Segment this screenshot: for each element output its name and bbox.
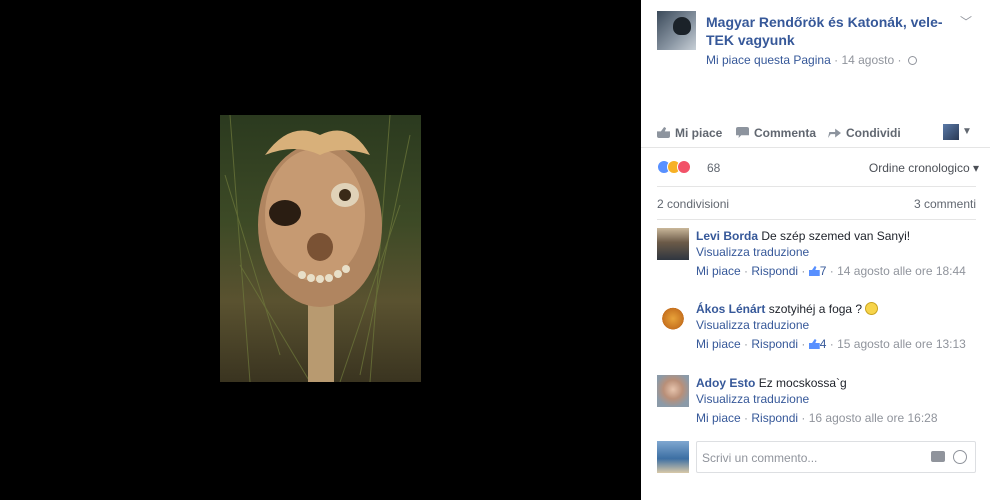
divider (657, 219, 976, 220)
comment-icon (736, 127, 749, 138)
comment-text: Ez mocskossa`g (758, 376, 847, 390)
camera-icon[interactable] (931, 451, 945, 462)
avatar[interactable] (657, 375, 689, 407)
skull-image (224, 115, 411, 382)
shares-count[interactable]: 2 condivisioni (657, 197, 729, 211)
post-panel: Magyar Rendőrök és Katonák, vele-TEK vag… (641, 0, 990, 500)
post-photo[interactable] (220, 115, 421, 382)
avatar[interactable] (657, 301, 689, 333)
comment-text: De szép szemed van Sanyi! (761, 229, 911, 243)
avatar (657, 441, 689, 473)
reactions-count[interactable]: 68 (707, 161, 720, 175)
caret-down-icon[interactable]: ▼ (962, 126, 972, 137)
comments-count[interactable]: 3 commenti (914, 197, 976, 211)
comment-like-link[interactable]: Mi piace (696, 411, 741, 425)
comment-composer: Scrivi un commento... (657, 441, 979, 473)
comment-like-link[interactable]: Mi piace (696, 337, 741, 351)
meta-separator: · (897, 53, 905, 67)
post-stats: 2 condivisioni 3 commenti (657, 197, 976, 211)
page-avatar[interactable] (657, 11, 696, 50)
post-date[interactable]: 14 agosto (841, 53, 894, 67)
photo-viewer (0, 0, 641, 500)
comment-time[interactable]: 15 agosto alle ore 13:13 (837, 337, 966, 351)
comment-reply-link[interactable]: Rispondi (751, 411, 798, 425)
comment-reply-link[interactable]: Rispondi (751, 264, 798, 278)
post-actions: Mi piace Commenta Condividi ▼ (641, 120, 990, 148)
reactions-bar[interactable]: 68 Ordine cronologico ▾ (657, 158, 979, 178)
like-button[interactable]: Mi piace (657, 126, 722, 140)
comment-text: szotyihéj a foga ? (768, 302, 863, 316)
comment-input-placeholder: Scrivi un commento... (702, 451, 818, 465)
love-reaction-icon (677, 160, 691, 174)
post-meta: Mi piace questa Pagina · 14 agosto · (706, 53, 917, 67)
comment-author[interactable]: Ákos Lénárt (696, 302, 765, 316)
thumbs-up-icon (808, 266, 820, 276)
avatar[interactable] (657, 228, 689, 260)
globe-icon (907, 56, 917, 65)
thumbs-up-icon (657, 127, 670, 138)
comment-reply-link[interactable]: Rispondi (751, 337, 798, 351)
comment-time[interactable]: 16 agosto alle ore 16:28 (809, 411, 938, 425)
emoji-icon[interactable] (953, 450, 967, 464)
translate-link[interactable]: Visualizza traduzione (696, 391, 979, 407)
share-icon (828, 128, 841, 138)
comment-order-dropdown[interactable]: Ordine cronologico ▾ (869, 161, 979, 175)
share-button[interactable]: Condividi (828, 126, 901, 140)
chevron-down-icon[interactable]: ﹀ (960, 13, 972, 30)
page-name-link[interactable]: Magyar Rendőrök és Katonák, vele-TEK vag… (706, 13, 956, 49)
divider (657, 186, 976, 187)
translate-link[interactable]: Visualizza traduzione (696, 317, 979, 333)
comment-input[interactable]: Scrivi un commento... (696, 441, 976, 473)
thumbs-up-icon (808, 339, 820, 349)
comment-author[interactable]: Levi Borda (696, 229, 758, 243)
smiley-emoji-icon (865, 302, 879, 315)
comment-meta: Mi piace · Rispondi · 4 · 15 agosto alle… (696, 337, 966, 351)
comment-like-link[interactable]: Mi piace (696, 264, 741, 278)
comment-button[interactable]: Commenta (736, 126, 816, 140)
like-page-link[interactable]: Mi piace questa Pagina (706, 53, 831, 67)
comment-author[interactable]: Adoy Esto (696, 376, 755, 390)
comment-meta: Mi piace · Rispondi · 16 agosto alle ore… (696, 411, 938, 425)
translate-link[interactable]: Visualizza traduzione (696, 244, 979, 260)
comment-meta: Mi piace · Rispondi · 7 · 14 agosto alle… (696, 264, 966, 278)
comment-time[interactable]: 14 agosto alle ore 18:44 (837, 264, 966, 278)
post-as-avatar[interactable] (943, 124, 959, 140)
